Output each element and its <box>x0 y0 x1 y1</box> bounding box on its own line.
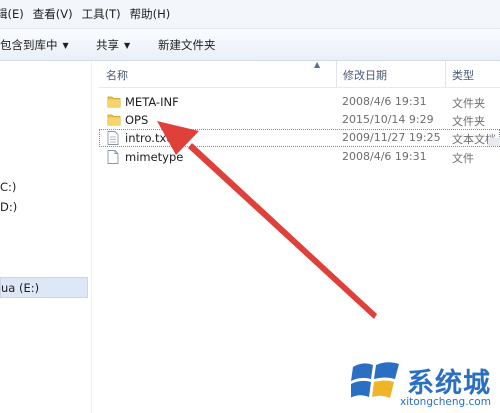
windows-logo-icon <box>351 362 399 398</box>
brand-name: 系统城 <box>407 368 491 399</box>
brand-url: xitongcheng.com <box>400 396 491 408</box>
annotation-arrow-icon <box>157 121 377 319</box>
watermark-logo: 系统城 xitongcheng.com <box>345 355 500 413</box>
